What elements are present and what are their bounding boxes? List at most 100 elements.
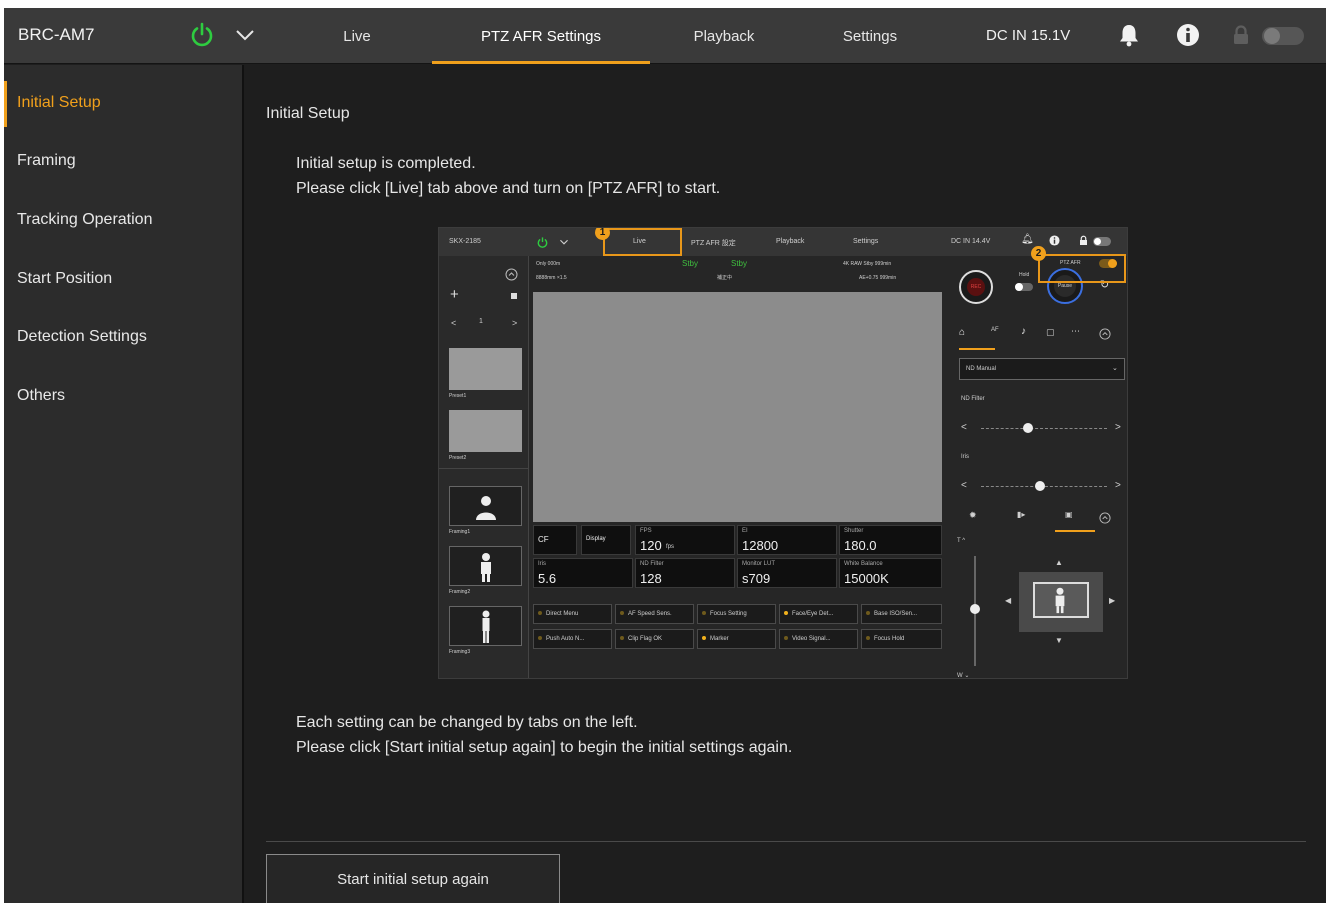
tab-live[interactable]: Live [312, 8, 402, 64]
step-badge-2: 2 [1031, 246, 1046, 261]
chevron-up-circle-icon [1099, 512, 1111, 524]
pan-tilt-pad [1019, 572, 1103, 632]
tab-ptz-afr-settings[interactable]: PTZ AFR Settings [432, 8, 650, 64]
add-icon: + [450, 286, 459, 303]
ei-readout: EI 12800 [737, 525, 837, 555]
sidebar: Initial Setup Framing Tracking Operation… [4, 65, 244, 903]
bell-icon: 🔔︎ [1021, 234, 1034, 245]
page-title: Initial Setup [266, 105, 350, 122]
illustration-right-panel: REC Hold Pause ↻ PTZ AFR ⌂ AF ♪ ▢ ⋯ ND M… [947, 256, 1127, 679]
live-tab-illustration: SKX-2185 Live PTZ AFR 設定 Playback Settin… [438, 227, 1128, 679]
camera-mode-icon: CF [533, 525, 577, 555]
device-model: BRC-AM7 [18, 25, 95, 44]
hold-toggle [1015, 283, 1033, 291]
top-bar: BRC-AM7 Live PTZ AFR Settings Playback S… [4, 8, 1326, 64]
iris-slider-thumb [1035, 481, 1045, 491]
sidebar-item-framing[interactable]: Framing [4, 123, 242, 181]
iris-readout: Iris 5.6 [533, 558, 633, 588]
illustration-tab-settings: Settings [853, 238, 879, 245]
zoom-wide-label: W ⌄ [957, 673, 970, 679]
preset-thumbnail [449, 348, 522, 390]
power-input-readout: DC IN 15.1V [986, 27, 1071, 44]
assign-button: Base ISO/Sen... [861, 604, 942, 624]
sidebar-item-start-position[interactable]: Start Position [4, 241, 242, 299]
illustration-top-bar: SKX-2185 Live PTZ AFR 設定 Playback Settin… [439, 228, 1127, 256]
sidebar-item-others[interactable]: Others [4, 358, 242, 416]
hold-label: Hold [1019, 272, 1030, 278]
tilt-up-icon: ▲ [1055, 558, 1063, 567]
more-icon: ⋯ [1071, 326, 1080, 336]
app-window: BRC-AM7 Live PTZ AFR Settings Playback S… [4, 8, 1326, 903]
bell-icon[interactable] [1118, 23, 1140, 47]
audio-icon: ♪ [1021, 326, 1026, 337]
brightness-icon: ✹ [969, 510, 977, 520]
white-balance-readout: White Balance 15000K [839, 558, 942, 588]
assign-button: Clip Flag OK [615, 629, 694, 649]
illustration-left-panel: + < 1 > Preset1 Preset2 Framing1 Framing… [439, 256, 529, 678]
assign-button: Focus Hold [861, 629, 942, 649]
iris-label: Iris [961, 454, 969, 460]
sidebar-item-initial-setup[interactable]: Initial Setup [4, 65, 242, 127]
fps-readout: FPS 120 fps [635, 525, 735, 555]
start-initial-setup-again-button[interactable]: Start initial setup again [266, 854, 560, 903]
assign-button: AF Speed Sens. [615, 604, 694, 624]
pan-left-icon: ◀ [1005, 596, 1012, 605]
framing-label: Framing2 [449, 589, 471, 595]
sidebar-item-detection-settings[interactable]: Detection Settings [4, 299, 242, 357]
framing-box [449, 546, 522, 586]
chevron-right-icon: > [1115, 480, 1121, 491]
illustration-model: SKX-2185 [449, 238, 481, 245]
nd-slider-track [981, 428, 1107, 429]
monitor-lut-readout: Monitor LUT s709 [737, 558, 837, 588]
completed-message: Initial setup is completed. [296, 155, 476, 172]
status-center: 補正中 [717, 275, 733, 281]
af-icon: AF [991, 327, 999, 333]
chevron-right-icon: > [1115, 422, 1121, 433]
lock-icon [1080, 235, 1087, 245]
lock-icon [1234, 25, 1248, 44]
framing-box [449, 606, 522, 646]
power-icon [537, 237, 548, 248]
framing-label: Framing1 [449, 529, 471, 535]
zoom-tele-label: T ^ [957, 538, 966, 544]
nd-filter-label: ND Filter [961, 396, 985, 402]
status-recording-format: 4K RAW Stby 999min [843, 261, 892, 267]
zoom-slider-thumb [970, 604, 980, 614]
chevron-left-icon: < [451, 318, 457, 328]
chevron-up-circle-icon [505, 268, 518, 281]
screen-icon: ▣ [1065, 510, 1073, 519]
nd-mode-select: ND Manual ⌄ [959, 358, 1125, 380]
restart-info-message: Please click [Start initial setup again]… [296, 739, 793, 756]
stop-icon [511, 293, 517, 299]
toggle-switch [1093, 237, 1111, 246]
chevron-up-circle-icon [1099, 328, 1111, 340]
display-button: Display [581, 525, 631, 555]
assign-button: Direct Menu [533, 604, 612, 624]
shutter-readout: Shutter 180.0 [839, 525, 942, 555]
preset-label: Preset2 [449, 455, 467, 461]
tab-playback[interactable]: Playback [670, 8, 778, 64]
framing-label: Framing3 [449, 649, 471, 655]
lock-toggle-switch[interactable] [1262, 27, 1304, 45]
assign-button: Focus Setting [697, 604, 776, 624]
preset-page-number: 1 [479, 318, 483, 325]
chevron-down-icon [560, 239, 568, 245]
assign-button: Marker [697, 629, 776, 649]
tilt-down-icon: ▼ [1055, 636, 1063, 645]
standby-indicator: Stby [682, 259, 699, 268]
person-icon [1055, 587, 1065, 614]
illustration-tab-playback: Playback [776, 238, 805, 245]
illustration-power-input: DC IN 14.4V [951, 238, 991, 245]
camera-icon: ▢ [1046, 327, 1055, 337]
sidebar-item-tracking-operation[interactable]: Tracking Operation [4, 182, 242, 240]
status-lens: 8888mm ×1.5 [536, 275, 567, 281]
ptz-afr-highlight [1038, 254, 1126, 283]
status-exposure: AE+0.75 999min [859, 275, 897, 281]
tabs-info-message: Each setting can be changed by tabs on t… [296, 714, 638, 731]
power-icon[interactable] [188, 21, 216, 49]
chevron-down-icon[interactable] [234, 26, 256, 44]
live-tab-highlight [603, 228, 682, 256]
info-icon[interactable] [1176, 23, 1200, 47]
tab-settings[interactable]: Settings [820, 8, 920, 64]
status-media: Only 000m [536, 261, 561, 267]
